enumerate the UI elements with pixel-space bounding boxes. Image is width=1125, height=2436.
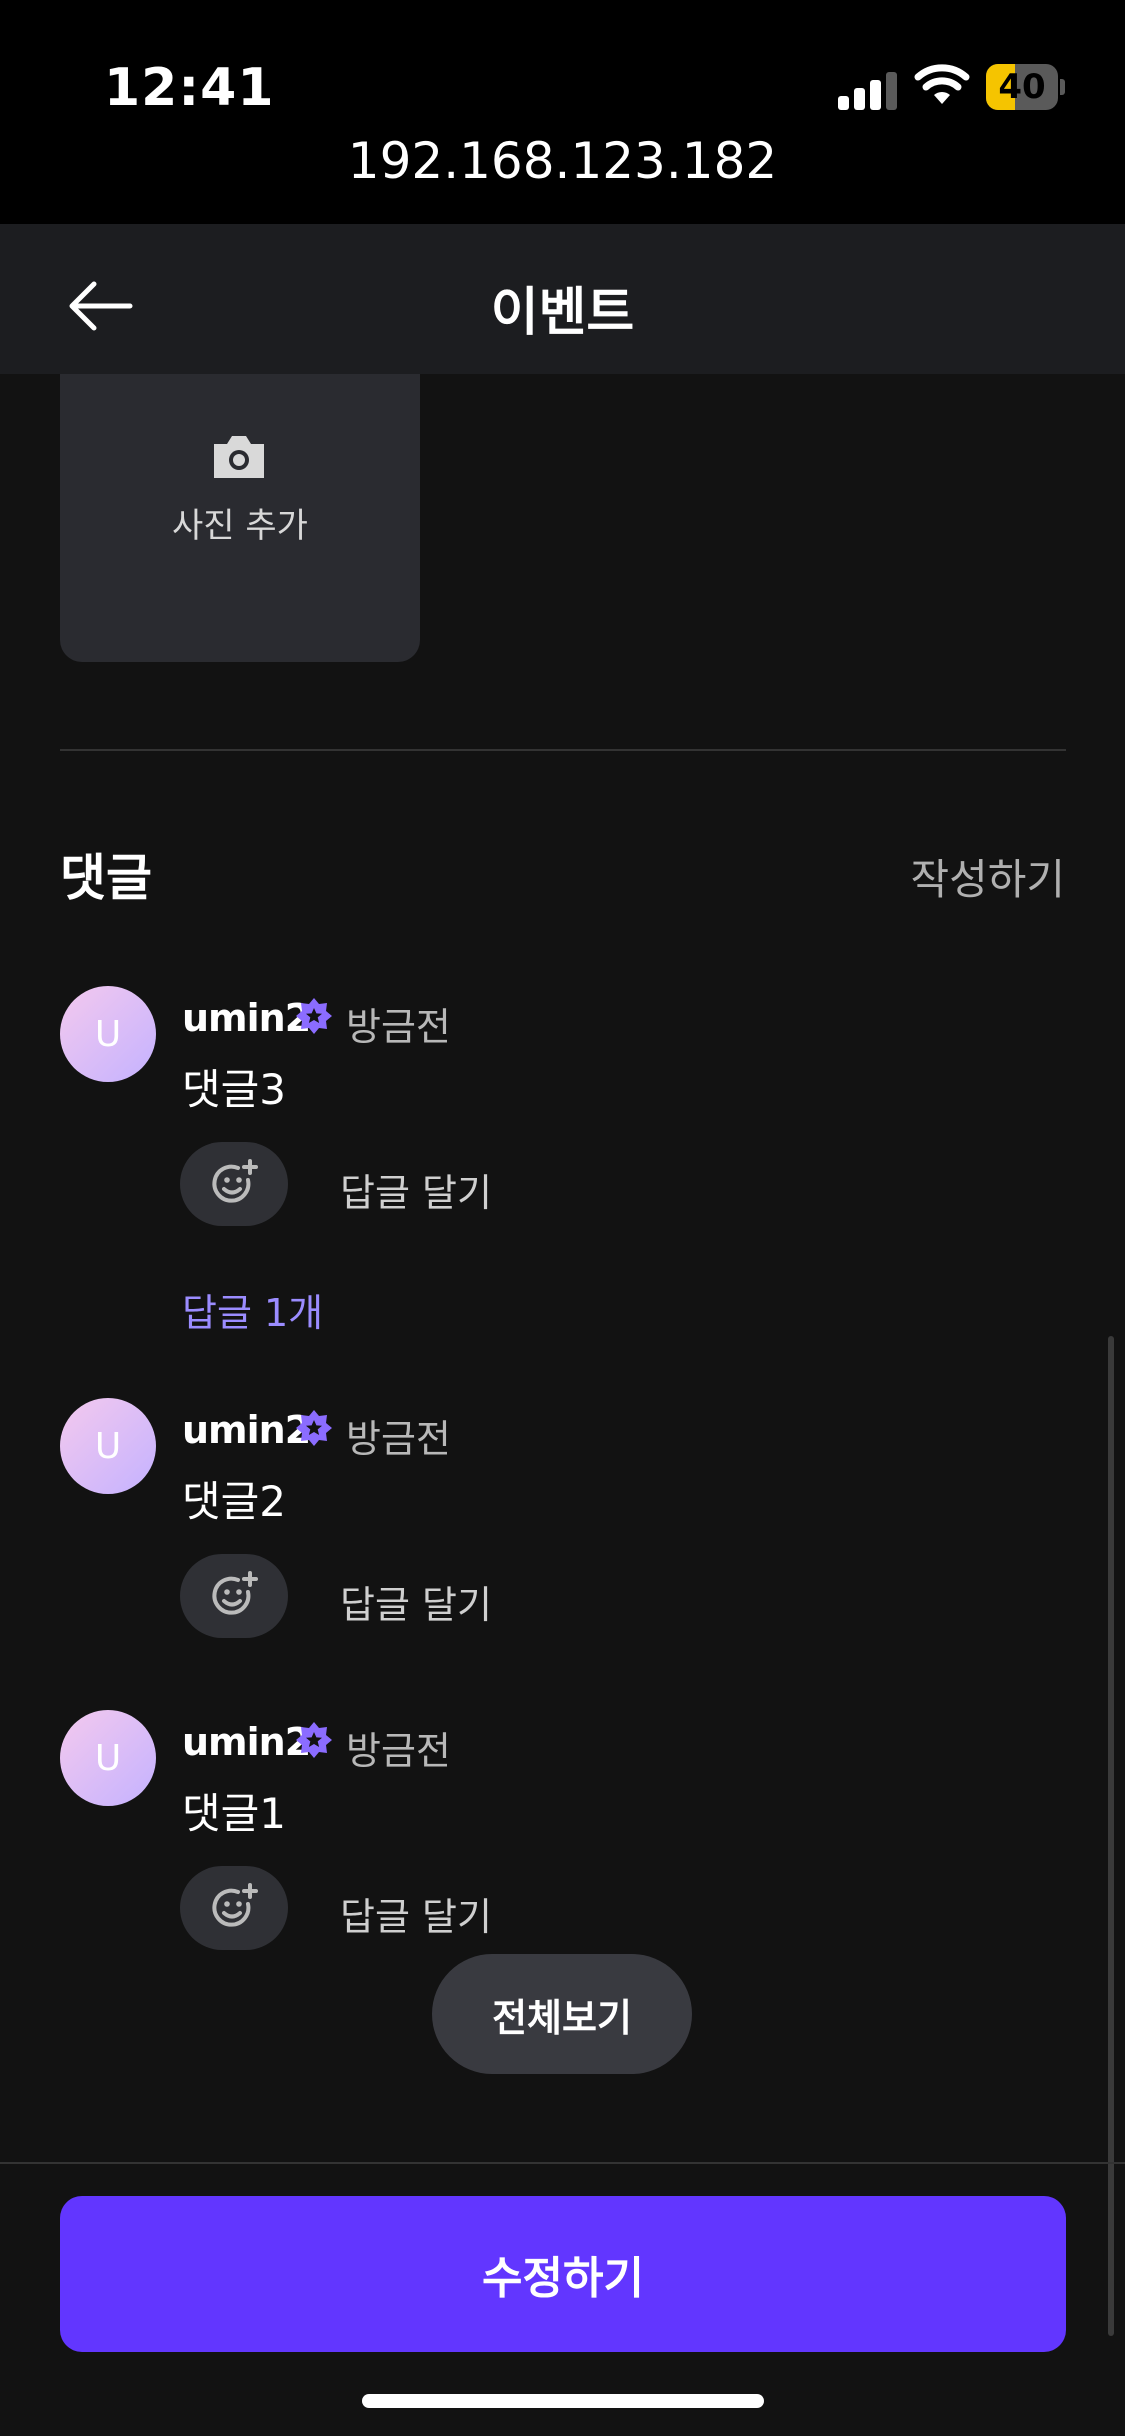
section-divider (60, 749, 1066, 751)
comment-text: 댓글3 (182, 1065, 287, 1114)
battery-percent: 40 (998, 67, 1046, 107)
emoji-add-icon (212, 1571, 258, 1615)
emoji-add-icon (212, 1883, 258, 1927)
comment-text: 댓글2 (182, 1477, 287, 1526)
reply-button[interactable]: 답글 달기 (340, 1162, 492, 1217)
add-reaction-button[interactable] (180, 1554, 288, 1638)
scrollbar[interactable] (1108, 1336, 1114, 2336)
comment-text: 댓글1 (182, 1789, 287, 1838)
emoji-add-icon (212, 1159, 258, 1203)
add-reaction-button[interactable] (180, 1866, 288, 1950)
reply-button[interactable]: 답글 달기 (340, 1886, 492, 1941)
verified-badge-icon (296, 1722, 332, 1758)
view-replies-link[interactable]: 답글 1개 (182, 1282, 323, 1337)
comment-time: 방금전 (346, 1005, 451, 1049)
comment-username[interactable]: umin2 (182, 1720, 311, 1764)
comment-username[interactable]: umin2 (182, 996, 311, 1040)
comment-time: 방금전 (346, 1417, 451, 1461)
status-time: 12:41 (104, 58, 275, 118)
page-title: 이벤트 (490, 283, 635, 343)
verified-badge-icon (296, 998, 332, 1034)
cellular-signal-icon (838, 72, 898, 110)
avatar[interactable]: U (60, 1398, 156, 1494)
reply-button[interactable]: 답글 달기 (340, 1574, 492, 1629)
avatar[interactable]: U (60, 986, 156, 1082)
browser-url[interactable]: 192.168.123.182 (0, 132, 1125, 190)
camera-icon (214, 436, 264, 478)
verified-badge-icon (296, 1410, 332, 1446)
battery-icon: 40 (986, 64, 1066, 110)
add-photo-label: 사진 추가 (172, 506, 308, 546)
home-indicator[interactable] (362, 2394, 764, 2408)
footer-divider (0, 2162, 1125, 2164)
view-all-comments-button[interactable]: 전체보기 (432, 1954, 692, 2074)
comment-username[interactable]: umin2 (182, 1408, 311, 1452)
add-reaction-button[interactable] (180, 1142, 288, 1226)
comment-time: 방금전 (346, 1729, 451, 1773)
avatar[interactable]: U (60, 1710, 156, 1806)
edit-button[interactable]: 수정하기 (60, 2196, 1066, 2352)
comments-title: 댓글 (60, 849, 152, 907)
wifi-icon (914, 64, 970, 104)
write-comment-button[interactable]: 작성하기 (910, 846, 1065, 907)
